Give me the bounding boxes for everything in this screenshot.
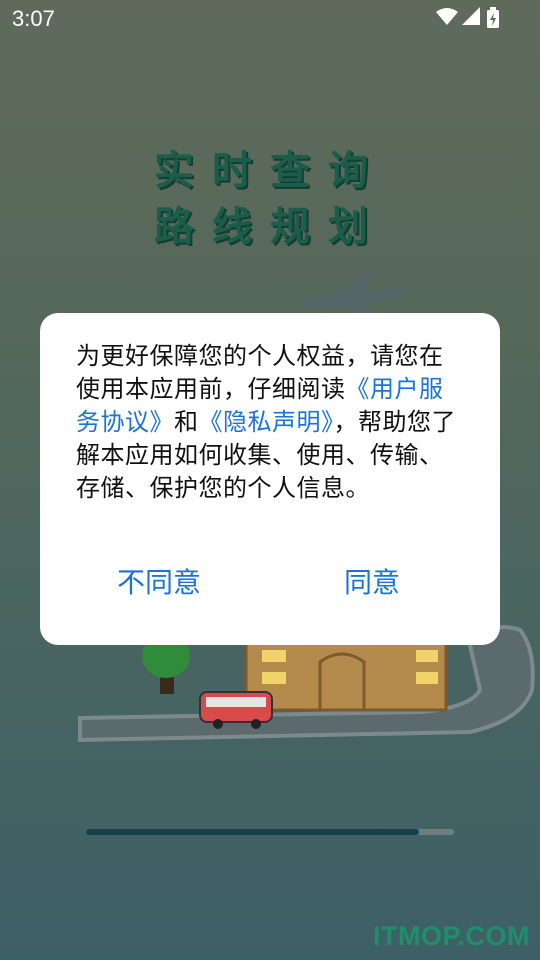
loading-progress-bar xyxy=(86,829,454,835)
status-icons xyxy=(436,7,502,29)
privacy-dialog: 为更好保障您的个人权益，请您在使用本应用前，仔细阅读《用户服务协议》和《隐私声明… xyxy=(40,313,500,645)
splash-headline-route-planning: 路线规划 xyxy=(154,204,386,250)
site-watermark: ITMOP.COM xyxy=(372,921,530,951)
privacy-dialog-message: 为更好保障您的个人权益，请您在使用本应用前，仔细阅读《用户服务协议》和《隐私声明… xyxy=(76,340,466,505)
signal-icon xyxy=(462,7,480,25)
privacy-message-conjunction: 和 xyxy=(174,408,199,436)
status-time: 3:07 xyxy=(12,6,55,31)
status-bar: 3:07 xyxy=(0,0,540,40)
agree-button[interactable]: 同意 xyxy=(344,561,400,601)
splash-headline-realtime-query: 实时查询 xyxy=(154,148,386,194)
battery-charging-icon xyxy=(487,7,499,28)
building-illustration xyxy=(244,638,448,712)
disagree-button[interactable]: 不同意 xyxy=(117,561,201,601)
loading-progress-fill xyxy=(86,829,420,835)
privacy-policy-link[interactable]: 《隐私声明》 xyxy=(199,408,334,436)
wifi-icon xyxy=(436,8,458,25)
